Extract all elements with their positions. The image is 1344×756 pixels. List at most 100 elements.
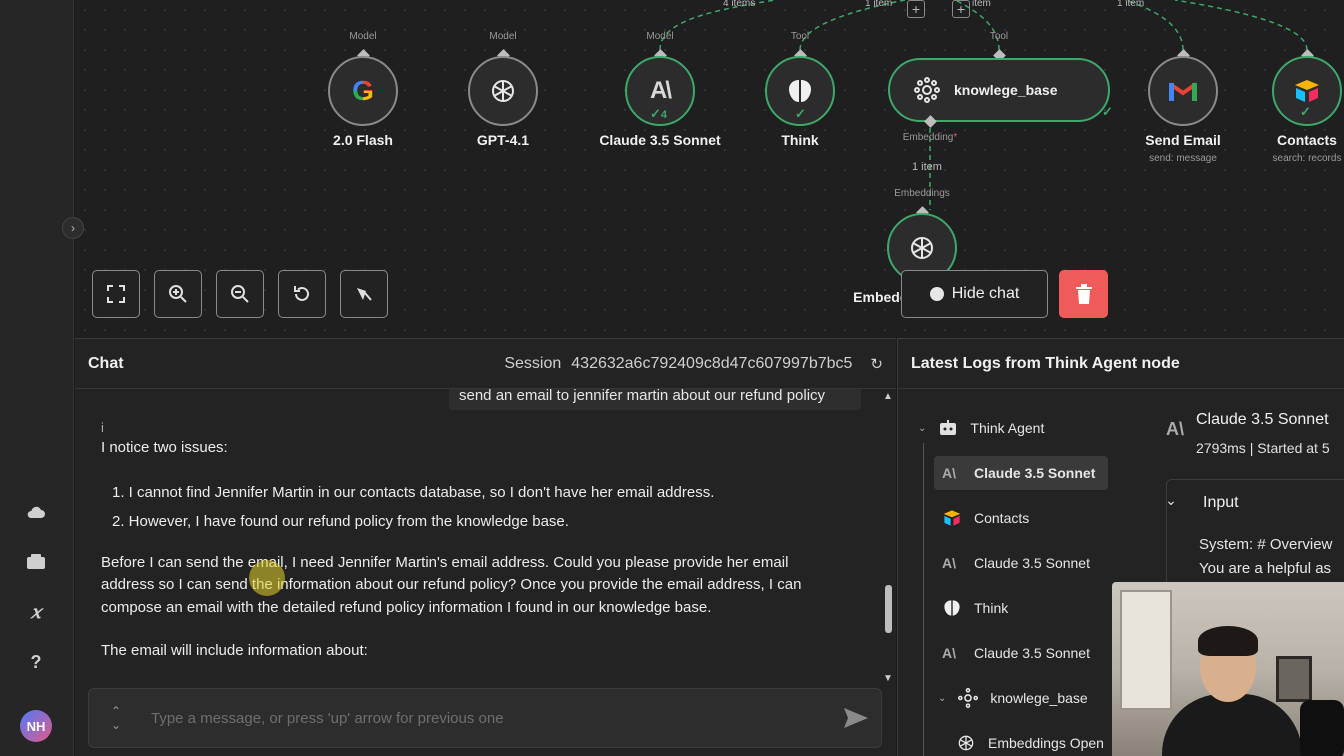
- anthropic-icon: A\: [942, 465, 956, 481]
- tree-item-knowledge-base[interactable]: ⌄ knowlege_base: [930, 681, 1088, 715]
- help-icon[interactable]: ?: [22, 648, 50, 676]
- tree-item-claude[interactable]: A\ Claude 3.5 Sonnet: [934, 546, 1090, 580]
- port-label: Tool: [790, 31, 810, 42]
- tree-item-label: knowlege_base: [990, 690, 1088, 706]
- webcam-microphone: [1300, 700, 1344, 756]
- vector-store-icon: [958, 688, 979, 708]
- trash-icon: [1075, 284, 1092, 304]
- anthropic-icon: A\: [942, 555, 956, 571]
- toggle-icon: [929, 287, 944, 301]
- chevron-down-icon[interactable]: ⌄: [111, 718, 121, 732]
- node-subtitle: search: records: [1272, 153, 1342, 164]
- add-connection-icon[interactable]: +: [907, 0, 925, 18]
- chat-scrollbar[interactable]: ▲ ▼: [881, 391, 895, 687]
- wire-label: 1 item: [865, 0, 893, 9]
- vector-store-icon: [914, 77, 940, 103]
- templates-icon[interactable]: [22, 548, 50, 576]
- chevron-down-icon[interactable]: ⌄: [918, 423, 926, 434]
- fit-view-icon: [107, 285, 125, 303]
- airtable-icon: [943, 510, 961, 526]
- port-label: Model: [349, 31, 377, 42]
- zoom-in-icon: [169, 285, 187, 303]
- history-arrows[interactable]: ⌃ ⌄: [101, 704, 131, 732]
- scroll-up-icon[interactable]: ▲: [883, 391, 893, 402]
- chat-header: Chat Session 432632a6c792409c8d47c607997…: [75, 339, 896, 389]
- google-gemini-icon: G: [352, 75, 374, 106]
- node-label: Think: [781, 132, 819, 148]
- tidy-up-button[interactable]: [340, 270, 388, 318]
- node-label: Contacts: [1277, 132, 1337, 148]
- send-button[interactable]: [831, 698, 881, 738]
- webcam-person-hair: [1198, 626, 1258, 656]
- send-email-node[interactable]: [1148, 56, 1218, 126]
- scroll-thumb[interactable]: [885, 585, 892, 633]
- anthropic-icon: A\: [1166, 419, 1184, 439]
- logs-title: Latest Logs from Think Agent node: [898, 339, 1344, 389]
- node-label: Claude 3.5 Sonnet: [599, 132, 721, 148]
- avatar[interactable]: NH: [20, 710, 52, 742]
- chevron-down-icon[interactable]: ⌄: [938, 693, 946, 704]
- reset-zoom-button[interactable]: [278, 270, 326, 318]
- cursor-highlight: [249, 560, 285, 596]
- detail-subtitle: 2793ms | Started at 5: [1196, 440, 1330, 456]
- port-label: Embeddings: [894, 188, 950, 199]
- left-sidebar: 𝑥 ? NH: [0, 0, 74, 756]
- port-label: Model: [489, 31, 517, 42]
- node-label: 2.0 Flash: [333, 132, 393, 148]
- broom-icon: [357, 288, 372, 301]
- gpt-model-node[interactable]: [468, 56, 538, 126]
- wire-label: item: [972, 0, 991, 9]
- tree-item-think[interactable]: Think: [934, 591, 1008, 625]
- session-label: Session: [504, 354, 562, 372]
- bot-list-item: 2. However, I have found our refund poli…: [112, 513, 569, 530]
- cloud-icon[interactable]: [22, 498, 50, 526]
- expand-sidebar-button[interactable]: ›: [62, 217, 84, 239]
- tree-item-label: Claude 3.5 Sonnet: [974, 645, 1090, 661]
- zoom-out-icon: [231, 285, 249, 303]
- bot-message-line: address so I can send the information ab…: [101, 576, 802, 593]
- tree-item-label: Think: [974, 600, 1009, 616]
- tree-item-think-agent[interactable]: ⌄ Think Agent: [910, 411, 1044, 445]
- knowledge-base-node[interactable]: knowlege_base: [888, 58, 1110, 122]
- tree-guide-line: [923, 443, 924, 756]
- session-info: Session 432632a6c792409c8d47c607997b7bc5…: [504, 355, 883, 373]
- tree-item-label: Contacts: [974, 510, 1030, 526]
- connection-wires: [659, 0, 1308, 210]
- tree-item-label: Think Agent: [970, 420, 1045, 436]
- input-heading: Input: [1203, 494, 1239, 511]
- tree-item-contacts[interactable]: Contacts: [934, 501, 1029, 535]
- scroll-down-icon[interactable]: ▼: [883, 673, 893, 684]
- zoom-out-button[interactable]: [216, 270, 264, 318]
- port-label: Model: [646, 31, 674, 42]
- tree-item-embeddings[interactable]: Embeddings Open: [948, 726, 1104, 756]
- gemini-model-node[interactable]: G: [328, 56, 398, 126]
- message-list[interactable]: send an email to jennifer martin about o…: [75, 389, 875, 689]
- variables-icon[interactable]: 𝑥: [22, 598, 50, 626]
- node-label: knowlege_base: [954, 82, 1058, 98]
- chat-input-box: ⌃ ⌄: [88, 688, 882, 748]
- fit-view-button[interactable]: [92, 270, 140, 318]
- bot-message-outro: The email will include information about…: [101, 642, 368, 659]
- workflow-canvas[interactable]: 4 items 1 item + + item 1 item Model G 2…: [75, 0, 1344, 338]
- hide-chat-button[interactable]: Hide chat: [901, 270, 1048, 318]
- clear-execution-button[interactable]: [1059, 270, 1108, 318]
- add-connection-icon[interactable]: +: [952, 0, 970, 18]
- openai-icon: [911, 237, 933, 259]
- chevron-down-icon[interactable]: ⌄: [1161, 492, 1181, 509]
- success-check-icon: ✓4: [650, 106, 668, 121]
- zoom-in-button[interactable]: [154, 270, 202, 318]
- refresh-session-icon[interactable]: ↻: [870, 355, 883, 373]
- success-check-icon: ✓: [1300, 104, 1311, 119]
- anthropic-icon: A\: [650, 77, 672, 104]
- webcam-window: [1120, 590, 1172, 710]
- tree-item-claude[interactable]: A\ Claude 3.5 Sonnet: [934, 456, 1108, 490]
- openai-icon: [492, 80, 514, 102]
- node-label: GPT-4.1: [476, 132, 530, 148]
- success-check-icon: ✓: [1102, 104, 1113, 119]
- wire-label: 1 item: [1117, 0, 1145, 9]
- chevron-up-icon[interactable]: ⌃: [111, 704, 121, 718]
- chat-message-input[interactable]: [131, 709, 831, 727]
- tree-item-claude[interactable]: A\ Claude 3.5 Sonnet: [934, 636, 1090, 670]
- tree-item-label: Claude 3.5 Sonnet: [974, 465, 1096, 481]
- chat-panel: Chat Session 432632a6c792409c8d47c607997…: [75, 338, 896, 756]
